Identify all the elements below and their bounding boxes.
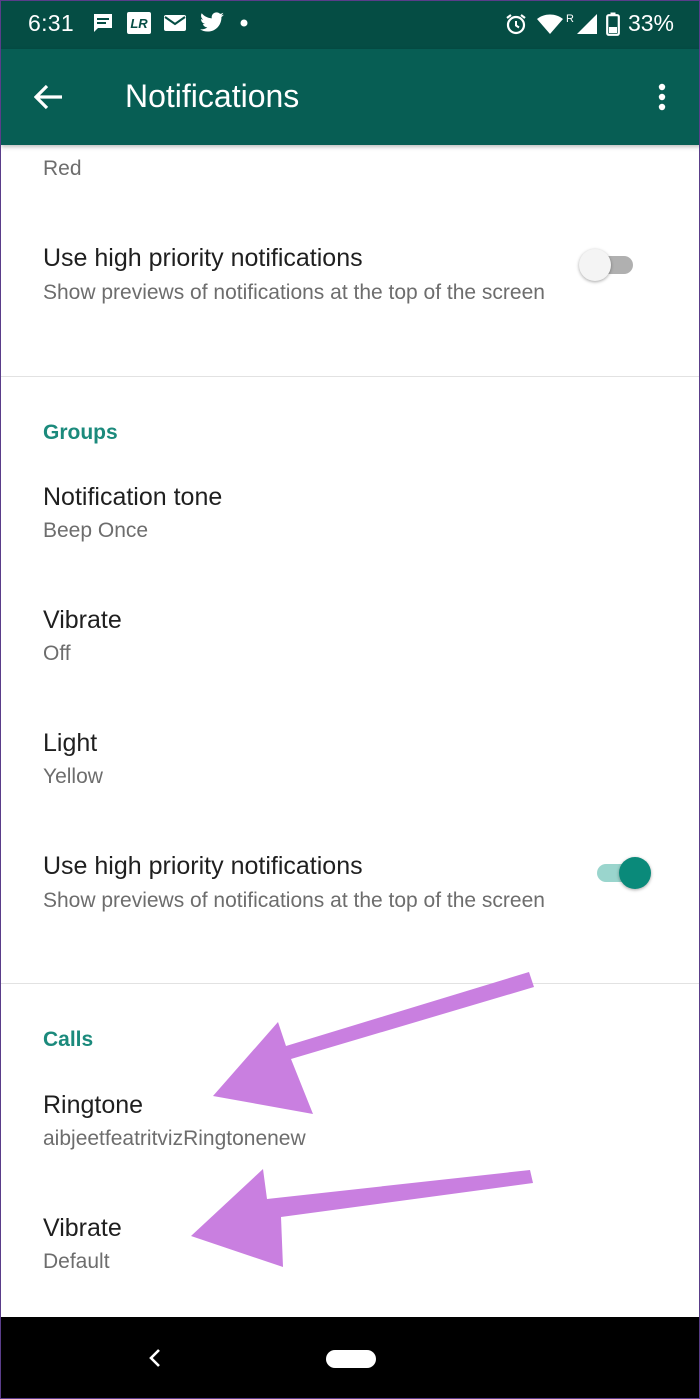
- back-button[interactable]: [27, 77, 71, 117]
- arrow-back-icon: [34, 84, 62, 110]
- nav-home-pill[interactable]: [326, 1350, 376, 1368]
- nav-back-button[interactable]: [141, 1343, 169, 1373]
- system-navigation-bar: [1, 1317, 699, 1398]
- page-title: Notifications: [125, 78, 300, 114]
- annotation-arrow-vibrate: [191, 1169, 533, 1267]
- app-bar: Notifications: [1, 49, 699, 145]
- more-vert-icon: [658, 83, 666, 111]
- chevron-left-icon: [149, 1349, 160, 1367]
- more-options-button[interactable]: [645, 75, 679, 119]
- annotation-arrows: [191, 972, 534, 1267]
- screen: 6:31 LR R 33% Notifications Red Use high…: [0, 0, 700, 1399]
- annotation-arrow-ringtone: [213, 972, 534, 1114]
